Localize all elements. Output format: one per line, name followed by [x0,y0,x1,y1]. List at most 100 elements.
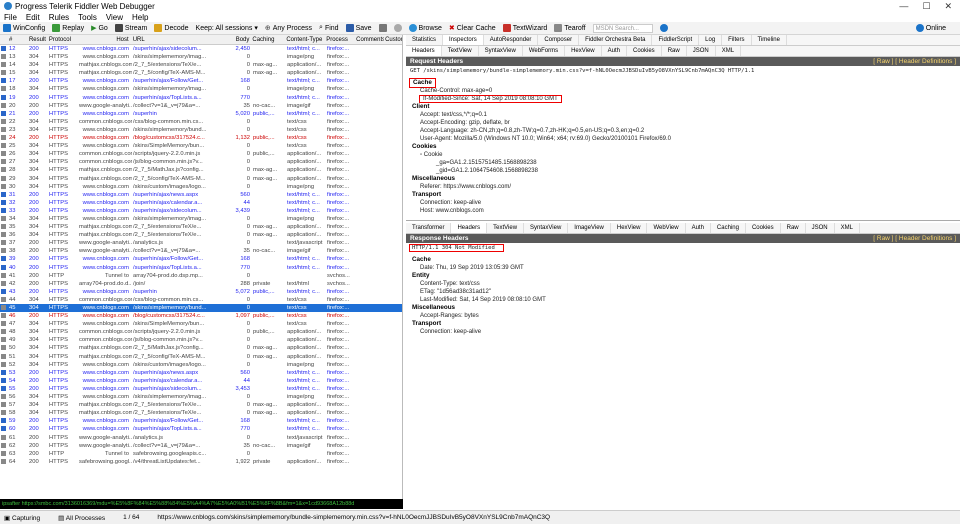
session-row[interactable]: 21 200 HTTPS www.cnblogs.com/superhin 5,020 p… [0,110,402,118]
column-url[interactable]: URL [132,35,226,44]
keep-sessions-dropdown[interactable]: Keep: All sessions ▾ [196,24,258,33]
session-row[interactable]: 33 200 HTTPS www.cnblogs.com/superhin/ajax/… [0,207,402,215]
session-row[interactable]: 54 200 HTTPS www.cnblogs.com/superhin/ajax/… [0,377,402,385]
quickexec-bar[interactable]: ipsafter https://smbc.com/3136016369/mdu… [0,499,403,509]
session-row[interactable]: 52 304 HTTPS www.cnblogs.com/skins/custom/i… [0,361,402,369]
msdn-search-input[interactable]: MSDN Search... [592,23,653,33]
response-tab-xml[interactable]: XML [835,223,860,233]
browse-button[interactable]: Browse [408,24,442,32]
request-cookies-group[interactable]: Cookies [406,143,960,151]
response-tab-syntaxview[interactable]: SyntaxView [524,223,569,233]
session-row[interactable]: 38 200 HTTPS www.google-analyti.../collect?… [0,247,402,255]
session-row[interactable]: 26 304 HTTPS common.cnblogs.com/scripts/jqu… [0,150,402,158]
response-cache-group[interactable]: Cache [406,256,960,264]
menu-view[interactable]: View [106,13,123,22]
menu-help[interactable]: Help [132,13,148,22]
any-process-button[interactable]: ⊕ Any Process [265,24,312,33]
request-tab-syntaxview[interactable]: SyntaxView [479,46,523,56]
session-row[interactable]: 17 200 HTTPS www.cnblogs.com/superhin/ajax/… [0,77,402,85]
session-row[interactable]: 13 304 HTTPS www.cnblogs.com/skins/simpleme… [0,53,402,61]
request-client-group[interactable]: Client [406,103,960,111]
session-row[interactable]: 44 304 HTTPS common.cnblogs.com/css/blog-co… [0,296,402,304]
header-date[interactable]: Date: Thu, 19 Sep 2019 13:05:39 GMT [406,264,960,272]
session-row[interactable]: 51 304 HTTPS mathjax.cnblogs.com/2_7_5/conf… [0,353,402,361]
session-row[interactable]: 45 304 HTTPS www.cnblogs.com/skins/simpleme… [0,304,402,313]
header-connection-response[interactable]: Connection: keep-alive [406,328,960,336]
header-accept-encoding[interactable]: Accept-Encoding: gzip, deflate, br [406,119,960,127]
tab-autoresponder[interactable]: AutoResponder [484,35,539,45]
response-tab-webview[interactable]: WebView [647,223,686,233]
tab-inspectors[interactable]: Inspectors [443,35,484,45]
column-caching[interactable]: Caching [251,35,285,44]
tab-timeline[interactable]: Timeline [752,35,787,45]
timer-button[interactable] [393,24,402,32]
request-transport-group[interactable]: Transport [406,191,960,199]
session-row[interactable]: 14 304 HTTPS mathjax.cnblogs.com/2_7_5/exte… [0,61,402,69]
session-row[interactable]: 62 200 HTTPS www.google-analyti.../collect?… [0,442,402,450]
session-row[interactable]: 42 200 HTTPS array704-prod.do.d.../join/288… [0,280,402,288]
textwizard-button[interactable]: TextWizard [502,24,547,32]
tearoff-button[interactable]: Tearoff [554,24,586,32]
help-button[interactable] [659,24,668,32]
request-misc-group[interactable]: Miscellaneous [406,175,960,183]
session-row[interactable]: 18 304 HTTPS www.cnblogs.com/skins/simpleme… [0,85,402,93]
header-host[interactable]: Host: www.cnblogs.com [406,207,960,215]
header-connection[interactable]: Connection: keep-alive [406,199,960,207]
column-protocol[interactable]: Protocol [48,35,78,44]
session-row[interactable]: 20 200 HTTPS www.google-analyti.../collect?… [0,102,402,110]
column-process[interactable]: Process [325,35,355,44]
go-button[interactable]: ▶ Go [91,24,108,33]
response-tab-textview[interactable]: TextView [487,223,525,233]
online-indicator[interactable]: Online [915,24,960,32]
session-row[interactable]: 57 304 HTTPS mathjax.cnblogs.com/2_7_5/exte… [0,401,402,409]
header-cache-control[interactable]: Cache-Control: max-age=0 [406,87,960,95]
session-row[interactable]: 23 304 HTTPS www.cnblogs.com/skins/simpleme… [0,126,402,134]
session-row[interactable]: 55 200 HTTPS www.cnblogs.com/superhin/ajax/… [0,385,402,393]
request-cache-group[interactable]: Cache [409,78,436,88]
request-tab-auth[interactable]: Auth [602,46,627,56]
menu-tools[interactable]: Tools [78,13,97,22]
session-row[interactable]: 31 200 HTTPS www.cnblogs.com/superhin/ajax/… [0,191,402,199]
column-custom[interactable]: Custom [384,35,402,44]
winconfig-button[interactable]: WinConfig [3,24,45,32]
pane-splitter[interactable] [406,215,960,221]
capturing-indicator[interactable]: ▣ Capturing [4,514,40,522]
response-tab-auth[interactable]: Auth [686,223,711,233]
response-tab-raw[interactable]: Raw [781,223,806,233]
session-row[interactable]: 63 200 HTTP Tunnel to safebrowsing.googleapi… [0,450,402,458]
column-content-type[interactable]: Content-Type [285,35,325,44]
session-row[interactable]: 28 304 HTTPS mathjax.cnblogs.com/2_7_5/Math… [0,166,402,174]
request-tab-json[interactable]: JSON [687,46,716,56]
tab-filters[interactable]: Filters [722,35,752,45]
tab-statistics[interactable]: Statistics [406,35,444,45]
session-row[interactable]: 29 304 HTTPS mathjax.cnblogs.com/2_7_5/conf… [0,175,402,183]
tab-fiddlerscript[interactable]: FiddlerScript [652,35,700,45]
session-row[interactable]: 48 304 HTTPS common.cnblogs.com/scripts/jqu… [0,328,402,336]
session-row[interactable]: 50 304 HTTPS mathjax.cnblogs.com/2_7_5/Math… [0,344,402,352]
session-row[interactable]: 27 304 HTTPS common.cnblogs.com/js/blog-com… [0,158,402,166]
response-tab-json[interactable]: JSON [806,223,835,233]
minimize-button[interactable]: — [899,1,908,12]
column-comments[interactable]: Comments [355,35,384,44]
session-row[interactable]: 35 304 HTTPS mathjax.cnblogs.com/2_7_5/exte… [0,223,402,231]
session-row[interactable]: 40 200 HTTPS www.cnblogs.com/superhin/ajax/… [0,264,402,272]
save-button[interactable]: Save [345,24,372,32]
find-button[interactable]: ⌕ Find [319,24,339,32]
header-accept-ranges[interactable]: Accept-Ranges: bytes [406,312,960,320]
session-row[interactable]: 61 200 HTTPS www.google-analyti.../analytic… [0,434,402,442]
menu-edit[interactable]: Edit [26,13,40,22]
request-tab-headers[interactable]: Headers [406,46,442,56]
menu-rules[interactable]: Rules [49,13,69,22]
request-tab-raw[interactable]: Raw [662,46,687,56]
session-row[interactable]: 49 304 HTTPS common.cnblogs.com/js/blog-com… [0,336,402,344]
session-row[interactable]: 47 304 HTTPS www.cnblogs.com/skins/SimpleMe… [0,320,402,328]
session-row[interactable]: 24 200 HTTPS www.cnblogs.com/blog/customcss… [0,134,402,142]
request-tab-textview[interactable]: TextView [442,46,479,56]
session-row[interactable]: 64 200 HTTPS safebrowsing.googl.../v4/threa… [0,458,402,466]
tab-fiddler-orchestra[interactable]: Fiddler Orchestra Beta [579,35,653,45]
session-row[interactable]: 15 304 HTTPS mathjax.cnblogs.com/2_7_5/conf… [0,69,402,77]
header-cookie[interactable]: ▫ Cookie [406,151,960,159]
tab-log[interactable]: Log [699,35,723,45]
response-tab-hexview[interactable]: HexView [611,223,648,233]
session-row[interactable]: 53 200 HTTPS www.cnblogs.com/superhin/ajax/… [0,369,402,377]
